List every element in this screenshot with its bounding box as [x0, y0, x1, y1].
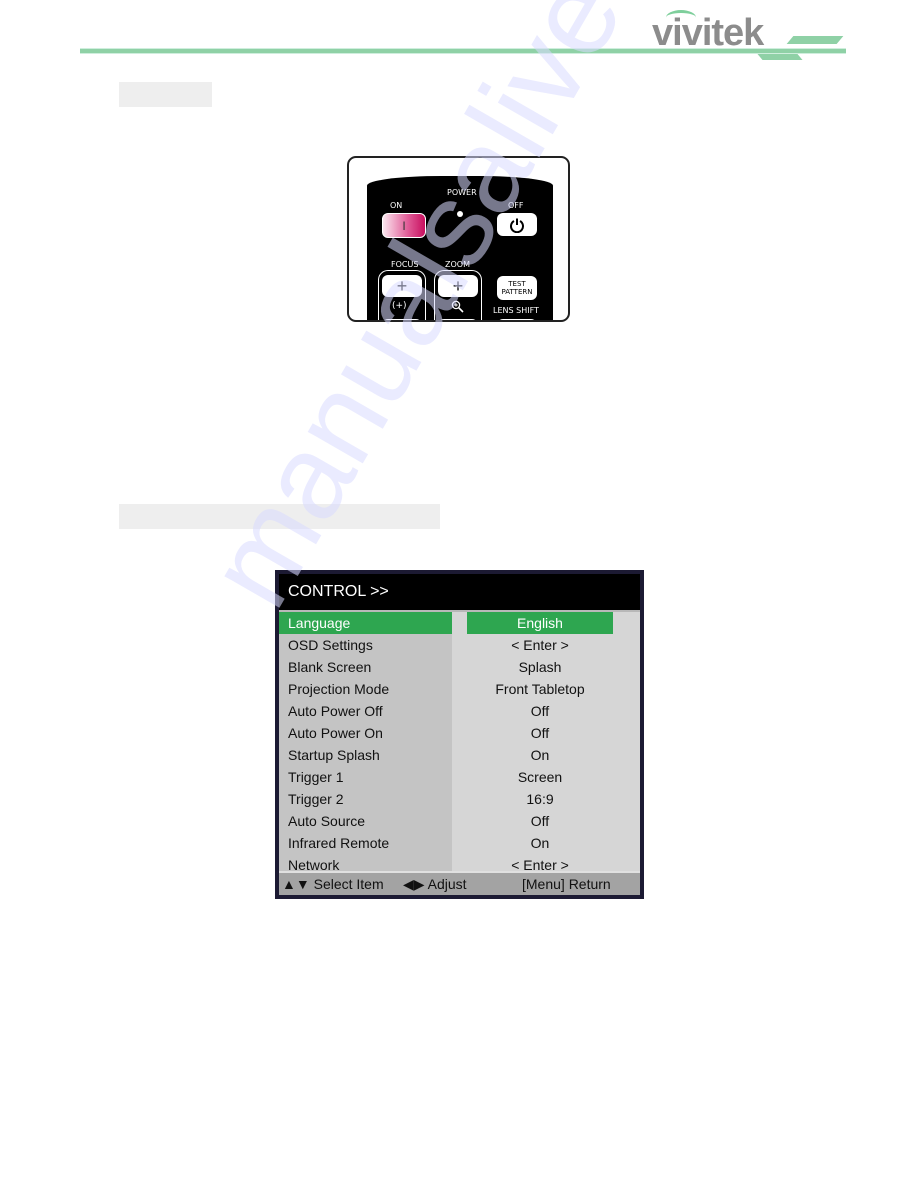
power-on-button[interactable]: I: [382, 213, 426, 238]
section-heading-1: [119, 82, 212, 107]
select-item-hint: ▲▼ Select Item: [282, 876, 384, 892]
power-off-button[interactable]: [497, 213, 537, 236]
remote-body: POWER ON I OFF FOCUS + (+) ZOOM + TEST P…: [367, 176, 553, 320]
on-label: ON: [390, 201, 403, 210]
focus-icon: (+): [392, 301, 407, 311]
power-label: POWER: [447, 188, 477, 197]
osd-menu-item[interactable]: OSD Settings < Enter >: [279, 634, 640, 656]
brand-logo: vivitek: [652, 12, 764, 54]
osd-menu-item[interactable]: Auto Power Off Off: [279, 700, 640, 722]
focus-minus-button[interactable]: [382, 319, 422, 320]
test-pattern-line2: PATTERN: [501, 288, 533, 296]
osd-item-label: Auto Power Off: [288, 703, 383, 719]
zoom-minus-button[interactable]: [438, 319, 478, 320]
osd-item-value[interactable]: On: [467, 744, 613, 766]
osd-menu-item[interactable]: Auto Power On Off: [279, 722, 640, 744]
lens-shift-label: LENS SHIFT: [493, 306, 539, 315]
osd-item-label: Projection Mode: [288, 681, 390, 697]
osd-item-value[interactable]: Front Tabletop: [467, 678, 613, 700]
osd-title: CONTROL >>: [279, 574, 640, 612]
header-rule: [80, 48, 846, 54]
osd-menu-item[interactable]: Auto Source Off: [279, 810, 640, 832]
osd-menu-item[interactable]: Infrared Remote On: [279, 832, 640, 854]
osd-panel: CONTROL >> Language English OSD Settings < …: [279, 574, 640, 895]
osd-item-value[interactable]: 16:9: [467, 788, 613, 810]
osd-item-value[interactable]: Off: [467, 810, 613, 832]
magnifier-plus-icon: [451, 300, 464, 313]
osd-menu-item[interactable]: Blank Screen Splash: [279, 656, 640, 678]
osd-item-value[interactable]: English: [467, 612, 613, 634]
adjust-hint: ◀▶ Adjust: [403, 876, 467, 892]
osd-control-menu: CONTROL >> Language English OSD Settings < …: [275, 570, 644, 899]
osd-item-label: OSD Settings: [288, 637, 373, 653]
test-pattern-line1: TEST: [508, 280, 526, 288]
osd-item-label: Auto Power On: [288, 725, 383, 741]
osd-item-label: Auto Source: [288, 813, 366, 829]
focus-plus-glyph: +: [396, 275, 408, 296]
section-heading-2: [119, 504, 440, 529]
zoom-plus-glyph: +: [452, 275, 464, 296]
test-pattern-button[interactable]: TEST PATTERN: [497, 276, 537, 300]
osd-menu-item[interactable]: Trigger 1 Screen: [279, 766, 640, 788]
osd-menu-item[interactable]: Projection Mode Front Tabletop: [279, 678, 640, 700]
logo-swoosh-lower: [757, 54, 803, 60]
osd-item-value[interactable]: Splash: [467, 656, 613, 678]
power-indicator-led: [457, 211, 463, 217]
zoom-plus-button[interactable]: +: [438, 275, 478, 297]
logo-swoosh-upper: [786, 36, 844, 44]
osd-item-label: Infrared Remote: [288, 835, 390, 851]
osd-item-value[interactable]: Screen: [467, 766, 613, 788]
osd-item-label: Trigger 1: [288, 769, 344, 785]
osd-menu-item[interactable]: Startup Splash On: [279, 744, 640, 766]
osd-item-value[interactable]: Off: [467, 722, 613, 744]
off-label: OFF: [508, 201, 524, 210]
power-icon: [510, 218, 524, 233]
osd-item-value[interactable]: Off: [467, 700, 613, 722]
osd-item-value[interactable]: < Enter >: [467, 634, 613, 656]
focus-plus-button[interactable]: +: [382, 275, 422, 297]
osd-menu-item[interactable]: Language English: [279, 612, 640, 634]
osd-item-value[interactable]: On: [467, 832, 613, 854]
lens-shift-button[interactable]: [497, 319, 537, 320]
remote-control-figure: POWER ON I OFF FOCUS + (+) ZOOM + TEST P…: [347, 156, 570, 322]
zoom-label: ZOOM: [445, 260, 470, 269]
osd-item-label: Blank Screen: [288, 659, 372, 675]
osd-menu-item[interactable]: Trigger 2 16:9: [279, 788, 640, 810]
osd-item-label: Trigger 2: [288, 791, 344, 807]
osd-item-label: Language: [288, 615, 351, 631]
osd-footer: ▲▼ Select Item ◀▶ Adjust [Menu] Return: [279, 871, 640, 895]
menu-return-hint: [Menu] Return: [522, 876, 611, 892]
on-glyph: I: [402, 218, 406, 233]
osd-item-label: Startup Splash: [288, 747, 380, 763]
focus-label: FOCUS: [391, 260, 419, 269]
